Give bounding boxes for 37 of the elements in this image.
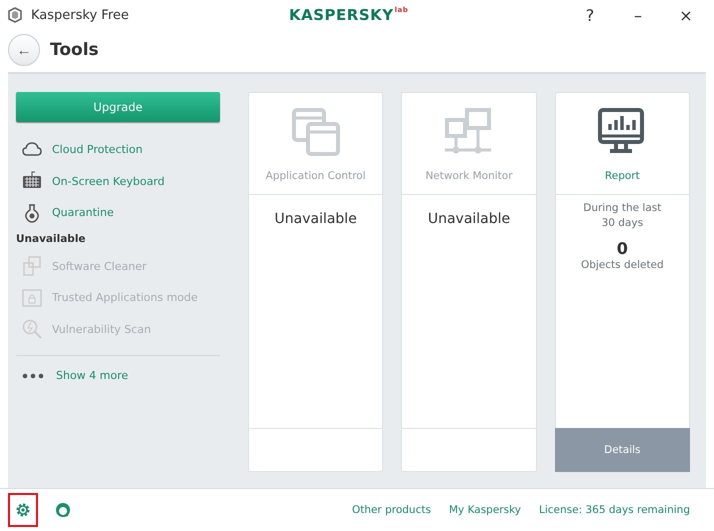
window-title: Kaspersky Free <box>31 8 129 22</box>
help-button[interactable]: ? <box>570 1 610 29</box>
network-icon <box>444 108 493 156</box>
show-more-link[interactable]: Show 4 more <box>56 369 128 382</box>
tool-link: Vulnerability Scan <box>52 322 152 336</box>
status-text: Unavailable <box>274 211 357 227</box>
back-button[interactable]: ← <box>8 34 40 66</box>
count-value: 0 <box>616 239 628 258</box>
cleaner-icon <box>22 256 42 276</box>
card-title: Application Control <box>266 170 366 182</box>
tool-link: Software Cleaner <box>52 260 146 273</box>
scan-icon <box>22 319 42 340</box>
status-text: Unavailable <box>428 211 510 227</box>
minimize-button[interactable]: – <box>618 1 658 29</box>
tool-link[interactable]: On-Screen Keyboard <box>52 174 165 188</box>
footer-link[interactable]: License: 365 days remaining <box>539 504 690 516</box>
upgrade-button[interactable]: Upgrade <box>16 92 220 122</box>
caption-text: During the last 30 days <box>582 201 662 231</box>
settings-icon <box>15 502 31 518</box>
lock-window-icon <box>22 288 42 308</box>
footer-link[interactable]: Other products <box>352 504 431 516</box>
tool-link[interactable]: Cloud Protection <box>52 143 143 156</box>
monitor-chart-icon <box>598 108 646 156</box>
card-title: Network Monitor <box>425 170 513 182</box>
footer-link[interactable]: My Kaspersky <box>448 504 522 516</box>
flask-icon <box>22 202 42 223</box>
tool-link[interactable]: Quarantine <box>52 206 114 220</box>
details-button[interactable]: Details <box>554 428 690 472</box>
close-button[interactable]: × <box>666 1 706 29</box>
card-title[interactable]: Report <box>604 170 640 182</box>
page-title: Tools <box>50 40 99 60</box>
section-heading: Unavailable <box>16 232 87 246</box>
tool-link: Trusted Applications mode <box>52 291 198 304</box>
windows-icon <box>292 108 340 156</box>
dots-icon <box>22 372 44 379</box>
shield-icon <box>8 7 22 23</box>
count-label: Objects deleted <box>580 258 665 273</box>
